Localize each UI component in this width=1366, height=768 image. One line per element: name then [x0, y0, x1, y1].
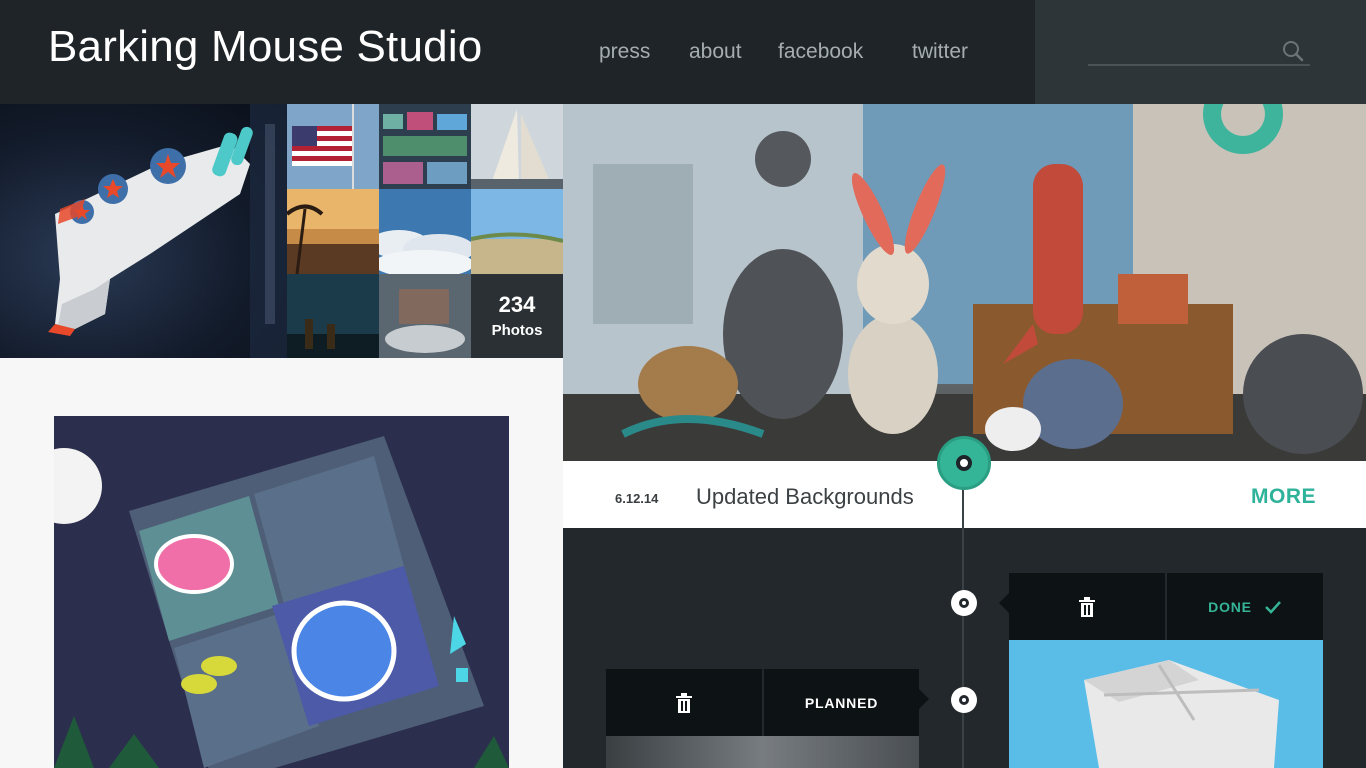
photo-thumb-dunes[interactable]: [471, 189, 563, 274]
raygun-illustration: [48, 104, 287, 358]
search-input[interactable]: [1088, 40, 1310, 66]
delete-button[interactable]: [606, 669, 762, 736]
timeline-node[interactable]: [951, 687, 977, 713]
photo-thumb-car[interactable]: [379, 274, 471, 358]
done-label: DONE: [1208, 598, 1252, 615]
page: Barking Mouse Studio press about faceboo…: [0, 0, 1366, 768]
photo-thumb-flag[interactable]: [287, 104, 379, 189]
game-illustration: [54, 416, 509, 768]
raygun-image[interactable]: [0, 104, 287, 358]
cube-illustration: [1084, 660, 1279, 768]
main-nav: press about facebook twitter: [0, 40, 1035, 70]
photo-thumb-sailboat[interactable]: [471, 104, 563, 189]
game-artwork[interactable]: [54, 416, 509, 768]
planned-status-button[interactable]: PLANNED: [764, 669, 919, 736]
task-card-done: DONE: [1009, 573, 1323, 768]
card-pointer: [999, 593, 1009, 613]
post-title[interactable]: Updated Backgrounds: [696, 484, 914, 510]
done-status-button[interactable]: DONE: [1167, 573, 1323, 640]
photo-count-tile[interactable]: 234 Photos: [471, 274, 563, 358]
trash-icon: [1079, 596, 1095, 617]
search-icon[interactable]: [1282, 40, 1304, 62]
nav-link-about[interactable]: about: [689, 40, 742, 64]
nav-link-facebook[interactable]: facebook: [778, 40, 863, 64]
photo-count: 234: [498, 292, 536, 317]
post-date: 6.12.14: [615, 491, 659, 506]
photo-count-label: Photos: [491, 322, 543, 339]
card-image[interactable]: [606, 736, 919, 768]
site-header: Barking Mouse Studio press about faceboo…: [0, 0, 1035, 104]
task-card-planned: PLANNED: [606, 669, 919, 768]
planned-label: PLANNED: [804, 694, 879, 711]
nav-link-twitter[interactable]: twitter: [912, 40, 968, 64]
photo-thumb-bottles[interactable]: [287, 274, 379, 358]
search-area: [1035, 0, 1366, 104]
hero-image[interactable]: [563, 104, 1366, 461]
toy-room-illustration: [563, 104, 1366, 461]
card-image[interactable]: [1009, 640, 1323, 768]
check-icon: [1264, 600, 1281, 614]
more-button[interactable]: MORE: [1251, 485, 1316, 509]
photo-thumb-clouds[interactable]: [379, 189, 471, 274]
timeline-node[interactable]: [951, 590, 977, 616]
timeline-handle[interactable]: [937, 436, 991, 490]
photo-grid: 234 Photos: [287, 104, 563, 358]
photo-thumb-city[interactable]: [379, 104, 471, 189]
photo-thumb-palms[interactable]: [287, 189, 379, 274]
nav-link-press[interactable]: press: [599, 40, 650, 64]
timeline-line: [962, 470, 964, 768]
card-pointer: [919, 689, 929, 709]
delete-button[interactable]: [1009, 573, 1165, 640]
trash-icon: [676, 692, 692, 713]
